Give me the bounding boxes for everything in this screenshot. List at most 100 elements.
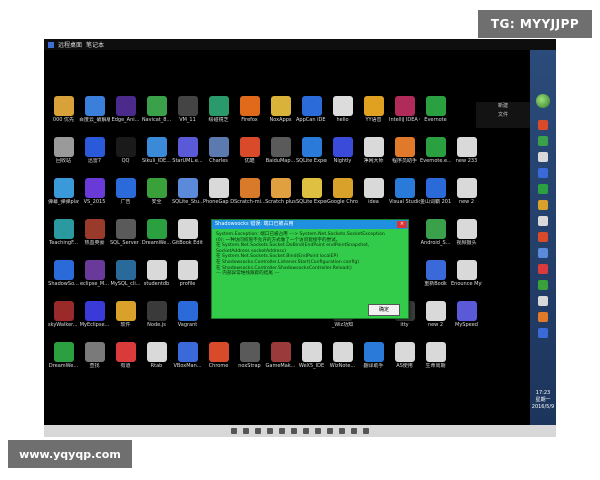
titlebar-tab-1[interactable]: 远程桌面 [58, 40, 82, 49]
desktop-icon[interactable]: 绘碰镜芝 [203, 96, 234, 137]
desktop-icon[interactable]: 净网大师 [358, 137, 389, 178]
desktop-icon[interactable]: Enounce MySpeed [451, 260, 482, 301]
desktop-icon[interactable]: WeX5_IDE [296, 342, 327, 383]
desktop-icon[interactable]: 迅雷7 [79, 137, 110, 178]
desktop-icon[interactable]: VS_2015 [79, 178, 110, 219]
desktop-icon[interactable]: PhoneGap D... [203, 178, 234, 219]
desktop-icon[interactable]: Scratch-mi... [234, 178, 265, 219]
dialog-close-button[interactable]: × [397, 221, 407, 228]
toolbar-icon[interactable] [291, 428, 297, 434]
toolbar-icon[interactable] [243, 428, 249, 434]
toolbar-icon[interactable] [339, 428, 345, 434]
taskbar-app-icon[interactable] [538, 264, 548, 274]
desktop-icon[interactable]: Firefox [234, 96, 265, 137]
desktop-icon[interactable]: new 233 [451, 137, 482, 178]
desktop-icon[interactable]: BaiduMap... [265, 137, 296, 178]
desktop-icon[interactable]: NoxApps [265, 96, 296, 137]
desktop-icon[interactable]: 广告 [110, 178, 141, 219]
desktop-icon[interactable]: MySpeed [451, 301, 482, 342]
desktop-icon[interactable]: skyWalker... 天行 [48, 301, 79, 342]
desktop-icon[interactable]: 优酷 [234, 137, 265, 178]
desktop-icon[interactable]: idea [358, 178, 389, 219]
desktop-icon[interactable]: Edge_Ani... [110, 96, 141, 137]
desktop-icon[interactable]: 视频摄头 [451, 219, 482, 260]
desktop-icon[interactable]: SQLite_Stu... [172, 178, 203, 219]
desktop-icon[interactable]: IntelliJ IDEA Communit... [389, 96, 420, 137]
taskbar-app-icon[interactable] [538, 168, 548, 178]
titlebar-tab-2[interactable]: 笔记本 [86, 40, 104, 49]
desktop-icon[interactable]: 查找 [79, 342, 110, 383]
desktop-icon[interactable]: 翻译助手 [358, 342, 389, 383]
desktop-icon[interactable]: AS使用 [389, 342, 420, 383]
desktop-icon[interactable]: 软件 [110, 301, 141, 342]
desktop-icon[interactable]: Scratch plus [265, 178, 296, 219]
taskbar-app-icon[interactable] [538, 248, 548, 258]
desktop-icon[interactable]: SQLite Expert Per... [296, 178, 327, 219]
taskbar-app-icon[interactable] [538, 184, 548, 194]
taskbar-app-icon[interactable] [538, 200, 548, 210]
desktop-icon[interactable]: 弹幕_弹弹play [48, 178, 79, 219]
desktop-icon[interactable]: GitBook Editor [172, 219, 203, 260]
desktop-icon[interactable]: QQ [110, 137, 141, 178]
taskbar-app-icon[interactable] [538, 216, 548, 226]
desktop-icon[interactable]: eclipse_M... [79, 260, 110, 301]
taskbar-app-icon[interactable] [538, 136, 548, 146]
desktop-icon[interactable]: new 2 [451, 178, 482, 219]
toolbar-icon[interactable] [231, 428, 237, 434]
taskbar-app-icon[interactable] [538, 312, 548, 322]
desktop-icon[interactable]: 000 优先 [48, 96, 79, 137]
desktop-icon[interactable]: studentdb [141, 260, 172, 301]
desktop-icon[interactable]: hello [327, 96, 358, 137]
desktop-icon[interactable]: WizNote... [327, 342, 358, 383]
desktop-icon[interactable]: Android_S... [420, 219, 451, 260]
desktop-icon[interactable]: ShadowSo... [48, 260, 79, 301]
taskbar-app-icon[interactable] [538, 120, 548, 130]
desktop-icon[interactable]: 程序员助手 [389, 137, 420, 178]
taskbar-app-icon[interactable] [538, 280, 548, 290]
taskbar-app-icon[interactable] [538, 152, 548, 162]
desktop-icon[interactable]: noxStrap [234, 342, 265, 383]
desktop-icon[interactable]: new 2 [420, 301, 451, 342]
desktop-icon[interactable]: GameMak... [265, 342, 296, 383]
toolbar-icon[interactable] [267, 428, 273, 434]
desktop-icon[interactable]: Navicat_8... [141, 96, 172, 137]
desktop-icon[interactable]: Vagrant [172, 301, 203, 342]
desktop-icon[interactable]: MySQL_cli... [110, 260, 141, 301]
desktop-icon[interactable]: 回收站 [48, 137, 79, 178]
toolbar-icon[interactable] [351, 428, 357, 434]
desktop-icon[interactable]: AppCan IDE 个人版 v3... [296, 96, 327, 137]
desktop-icon[interactable]: Sikuli_IDE... [141, 137, 172, 178]
tray-clock[interactable]: 17:23 星期一 2016/5/9 [530, 390, 556, 411]
toolbar-icon[interactable] [315, 428, 321, 434]
desktop-icon[interactable]: VM_11 [172, 96, 203, 137]
desktop-icon[interactable]: DreamWe... [141, 219, 172, 260]
desktop-icon[interactable]: TeachingF... [48, 219, 79, 260]
start-orb-icon[interactable] [536, 94, 550, 108]
context-menu-item-file[interactable]: 文件 [476, 111, 530, 120]
desktop-icon[interactable]: YY语音 [358, 96, 389, 137]
taskbar-app-icon[interactable] [538, 232, 548, 242]
desktop-icon[interactable]: Evernote.e... [420, 137, 451, 178]
desktop-icon[interactable]: VBoxMan... [172, 342, 203, 383]
dialog-ok-button[interactable]: 确定 [368, 304, 400, 316]
desktop-icon[interactable]: Evernote [420, 96, 451, 137]
toolbar-icon[interactable] [255, 428, 261, 434]
context-menu-item-new[interactable]: 新建 [476, 102, 530, 111]
desktop-icon[interactable]: 百度云_破解版_绿色 [79, 96, 110, 137]
desktop-icon[interactable]: Visual Studio Co... [389, 178, 420, 219]
toolbar-icon[interactable] [303, 428, 309, 434]
desktop-icon[interactable]: Charles [203, 137, 234, 178]
desktop-icon[interactable]: Node.js [141, 301, 172, 342]
desktop-icon[interactable]: 金山词霸 2016 [420, 178, 451, 219]
desktop-icon[interactable]: Nightly [327, 137, 358, 178]
desktop-icon[interactable]: Google Chrome C... [327, 178, 358, 219]
toolbar-icon[interactable] [327, 428, 333, 434]
desktop-icon[interactable]: SQL_Server 2014_Studio [110, 219, 141, 260]
desktop-icon[interactable]: MyEclipse... [79, 301, 110, 342]
desktop-icon[interactable]: 安全 [141, 178, 172, 219]
desktop-icon[interactable]: DreamWe... [48, 342, 79, 383]
desktop-icon[interactable]: 热血英豪 [79, 219, 110, 260]
desktop-icon[interactable]: 有道 [110, 342, 141, 383]
desktop-icon[interactable]: 重新Bodk [420, 260, 451, 301]
desktop-icon[interactable]: SQLite Expert Per... [296, 137, 327, 178]
